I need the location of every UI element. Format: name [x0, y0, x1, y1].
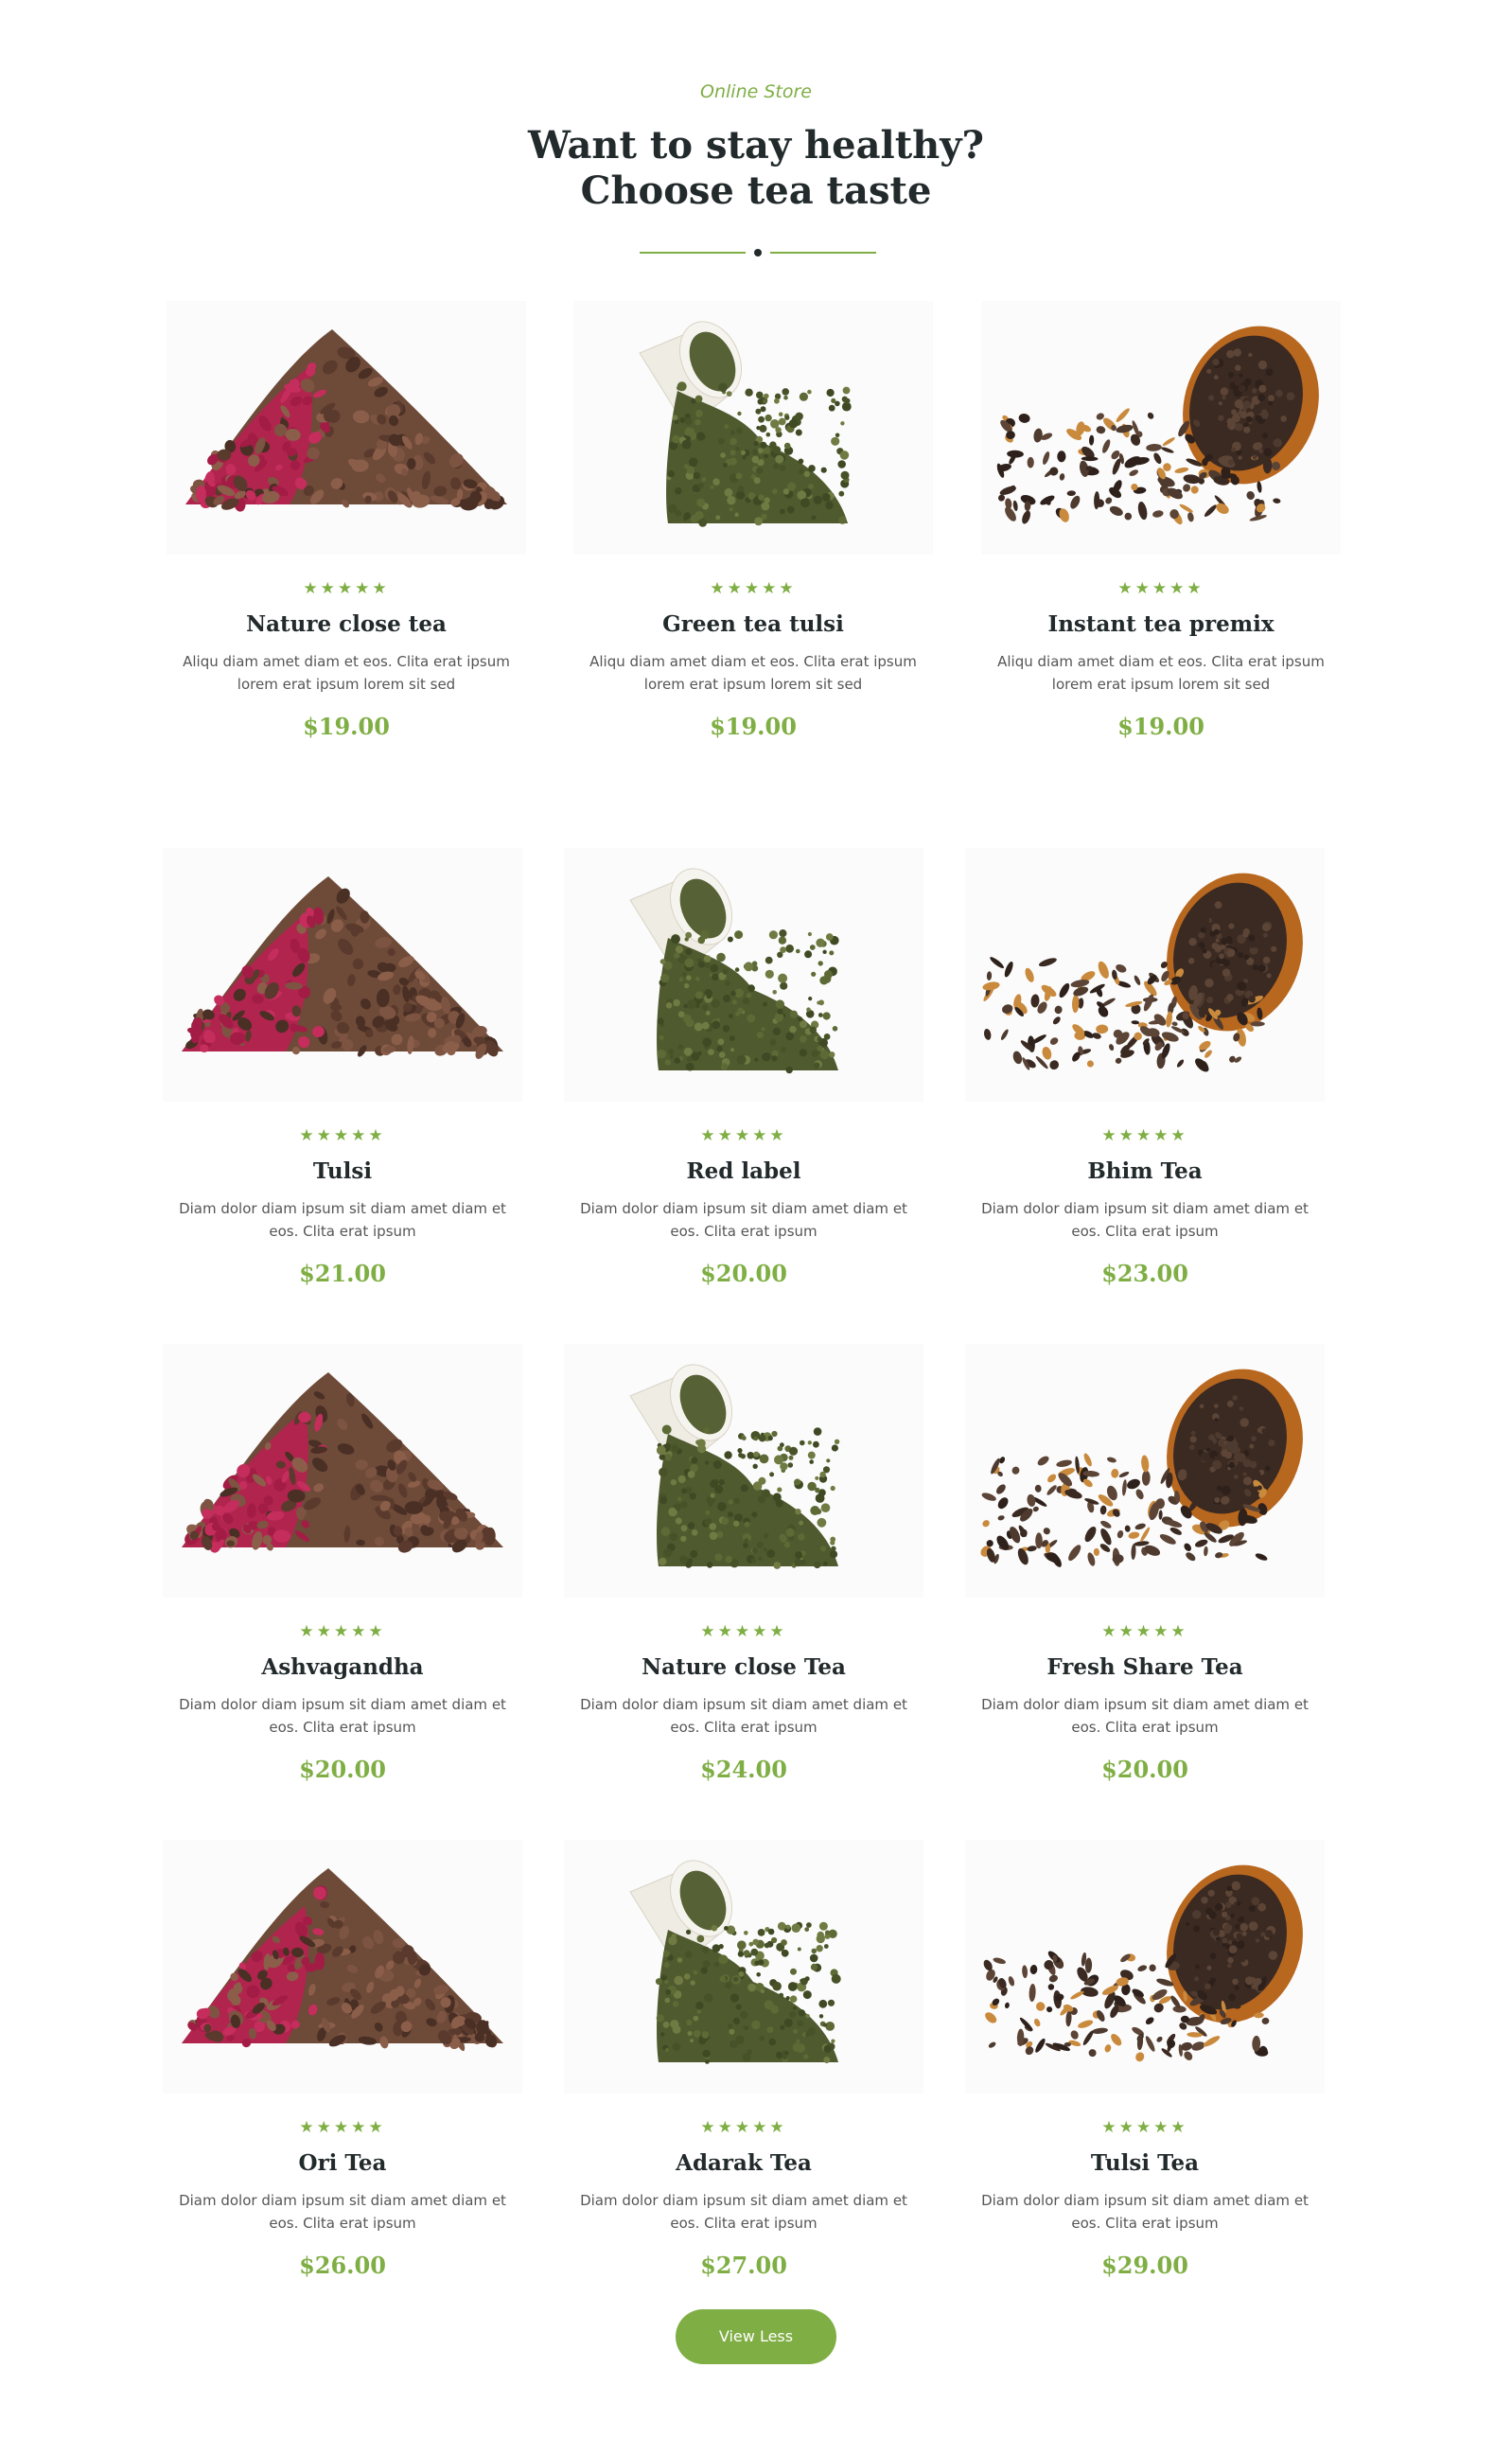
product-name[interactable]: Fresh Share Tea: [965, 1654, 1325, 1680]
star-rating: ★★★★★: [163, 2118, 522, 2137]
product-name[interactable]: Red label: [564, 1158, 923, 1184]
star-rating: ★★★★★: [163, 1126, 522, 1145]
title-divider: [640, 248, 876, 257]
product-image[interactable]: [965, 1840, 1325, 2094]
product-card[interactable]: ★★★★★ Ashvagandha Diam dolor diam ipsum si…: [163, 1344, 522, 1783]
product-image[interactable]: [564, 848, 923, 1102]
product-price: $21.00: [163, 1260, 522, 1287]
product-image[interactable]: [163, 1344, 522, 1598]
divider-line-right: [770, 252, 876, 254]
product-description: Diam dolor diam ipsum sit diam amet diam…: [979, 2189, 1310, 2235]
divider-dot: [754, 249, 762, 256]
product-description: Diam dolor diam ipsum sit diam amet diam…: [177, 1197, 508, 1243]
product-card[interactable]: ★★★★★ Tulsi Tea Diam dolor diam ipsum sit …: [965, 1840, 1325, 2279]
product-name[interactable]: Ashvagandha: [163, 1654, 522, 1680]
product-price: $24.00: [564, 1756, 923, 1783]
product-price: $20.00: [163, 1756, 522, 1783]
product-card[interactable]: ★★★★★ Bhim Tea Diam dolor diam ipsum sit d…: [965, 848, 1325, 1287]
product-description: Diam dolor diam ipsum sit diam amet diam…: [578, 1693, 909, 1739]
product-image[interactable]: [167, 301, 526, 555]
view-less-button[interactable]: View Less: [676, 2309, 836, 2364]
star-rating: ★★★★★: [564, 2118, 923, 2137]
product-card[interactable]: ★★★★★ Ori Tea Diam dolor diam ipsum sit di…: [163, 1840, 522, 2279]
product-name[interactable]: Bhim Tea: [965, 1158, 1325, 1184]
product-description: Aliqu diam amet diam et eos. Clita erat …: [588, 650, 919, 696]
product-image[interactable]: [163, 1840, 522, 2094]
product-card[interactable]: ★★★★★ Red label Diam dolor diam ipsum sit …: [564, 848, 923, 1287]
product-image[interactable]: [965, 848, 1325, 1102]
product-name[interactable]: Nature close Tea: [564, 1654, 923, 1680]
product-price: $20.00: [564, 1260, 923, 1287]
product-price: $26.00: [163, 2252, 522, 2279]
product-card[interactable]: ★★★★★ Green tea tulsi Aliqu diam amet diam…: [573, 301, 933, 740]
product-price: $19.00: [981, 713, 1341, 740]
star-rating: ★★★★★: [965, 2118, 1325, 2137]
product-name[interactable]: Green tea tulsi: [573, 611, 933, 637]
product-card[interactable]: ★★★★★ Nature close tea Aliqu diam amet dia…: [167, 301, 526, 740]
star-rating: ★★★★★: [163, 1622, 522, 1641]
product-description: Aliqu diam amet diam et eos. Clita erat …: [995, 650, 1327, 696]
product-description: Diam dolor diam ipsum sit diam amet diam…: [979, 1197, 1310, 1243]
product-description: Diam dolor diam ipsum sit diam amet diam…: [578, 1197, 909, 1243]
product-name[interactable]: Nature close tea: [167, 611, 526, 637]
star-rating: ★★★★★: [965, 1126, 1325, 1145]
product-card[interactable]: ★★★★★ Fresh Share Tea Diam dolor diam ipsu…: [965, 1344, 1325, 1783]
section-title: Want to stay healthy? Choose tea taste: [0, 123, 1512, 214]
divider-line-left: [640, 252, 746, 254]
product-price: $23.00: [965, 1260, 1325, 1287]
product-image[interactable]: [564, 1344, 923, 1598]
product-card[interactable]: ★★★★★ Nature close Tea Diam dolor diam ips…: [564, 1344, 923, 1783]
star-rating: ★★★★★: [167, 579, 526, 598]
product-card[interactable]: ★★★★★ Tulsi Diam dolor diam ipsum sit diam…: [163, 848, 522, 1287]
product-price: $19.00: [573, 713, 933, 740]
product-name[interactable]: Tulsi Tea: [965, 2150, 1325, 2176]
product-price: $29.00: [965, 2252, 1325, 2279]
title-line-2: Choose tea taste: [0, 168, 1512, 214]
star-rating: ★★★★★: [564, 1622, 923, 1641]
product-image[interactable]: [564, 1840, 923, 2094]
product-image[interactable]: [981, 301, 1341, 555]
star-rating: ★★★★★: [981, 579, 1341, 598]
product-name[interactable]: Tulsi: [163, 1158, 522, 1184]
product-card[interactable]: ★★★★★ Instant tea premix Aliqu diam amet d…: [981, 301, 1341, 740]
section-kicker: Online Store: [0, 81, 1512, 102]
product-description: Aliqu diam amet diam et eos. Clita erat …: [181, 650, 512, 696]
product-description: Diam dolor diam ipsum sit diam amet diam…: [979, 1693, 1310, 1739]
product-image[interactable]: [573, 301, 933, 555]
product-name[interactable]: Instant tea premix: [981, 611, 1341, 637]
product-description: Diam dolor diam ipsum sit diam amet diam…: [578, 2189, 909, 2235]
product-price: $27.00: [564, 2252, 923, 2279]
star-rating: ★★★★★: [564, 1126, 923, 1145]
product-price: $19.00: [167, 713, 526, 740]
product-card[interactable]: ★★★★★ Adarak Tea Diam dolor diam ipsum sit…: [564, 1840, 923, 2279]
title-line-1: Want to stay healthy?: [0, 123, 1512, 168]
product-image[interactable]: [163, 848, 522, 1102]
product-image[interactable]: [965, 1344, 1325, 1598]
product-price: $20.00: [965, 1756, 1325, 1783]
star-rating: ★★★★★: [965, 1622, 1325, 1641]
product-description: Diam dolor diam ipsum sit diam amet diam…: [177, 2189, 508, 2235]
star-rating: ★★★★★: [573, 579, 933, 598]
product-name[interactable]: Adarak Tea: [564, 2150, 923, 2176]
product-description: Diam dolor diam ipsum sit diam amet diam…: [177, 1693, 508, 1739]
product-name[interactable]: Ori Tea: [163, 2150, 522, 2176]
